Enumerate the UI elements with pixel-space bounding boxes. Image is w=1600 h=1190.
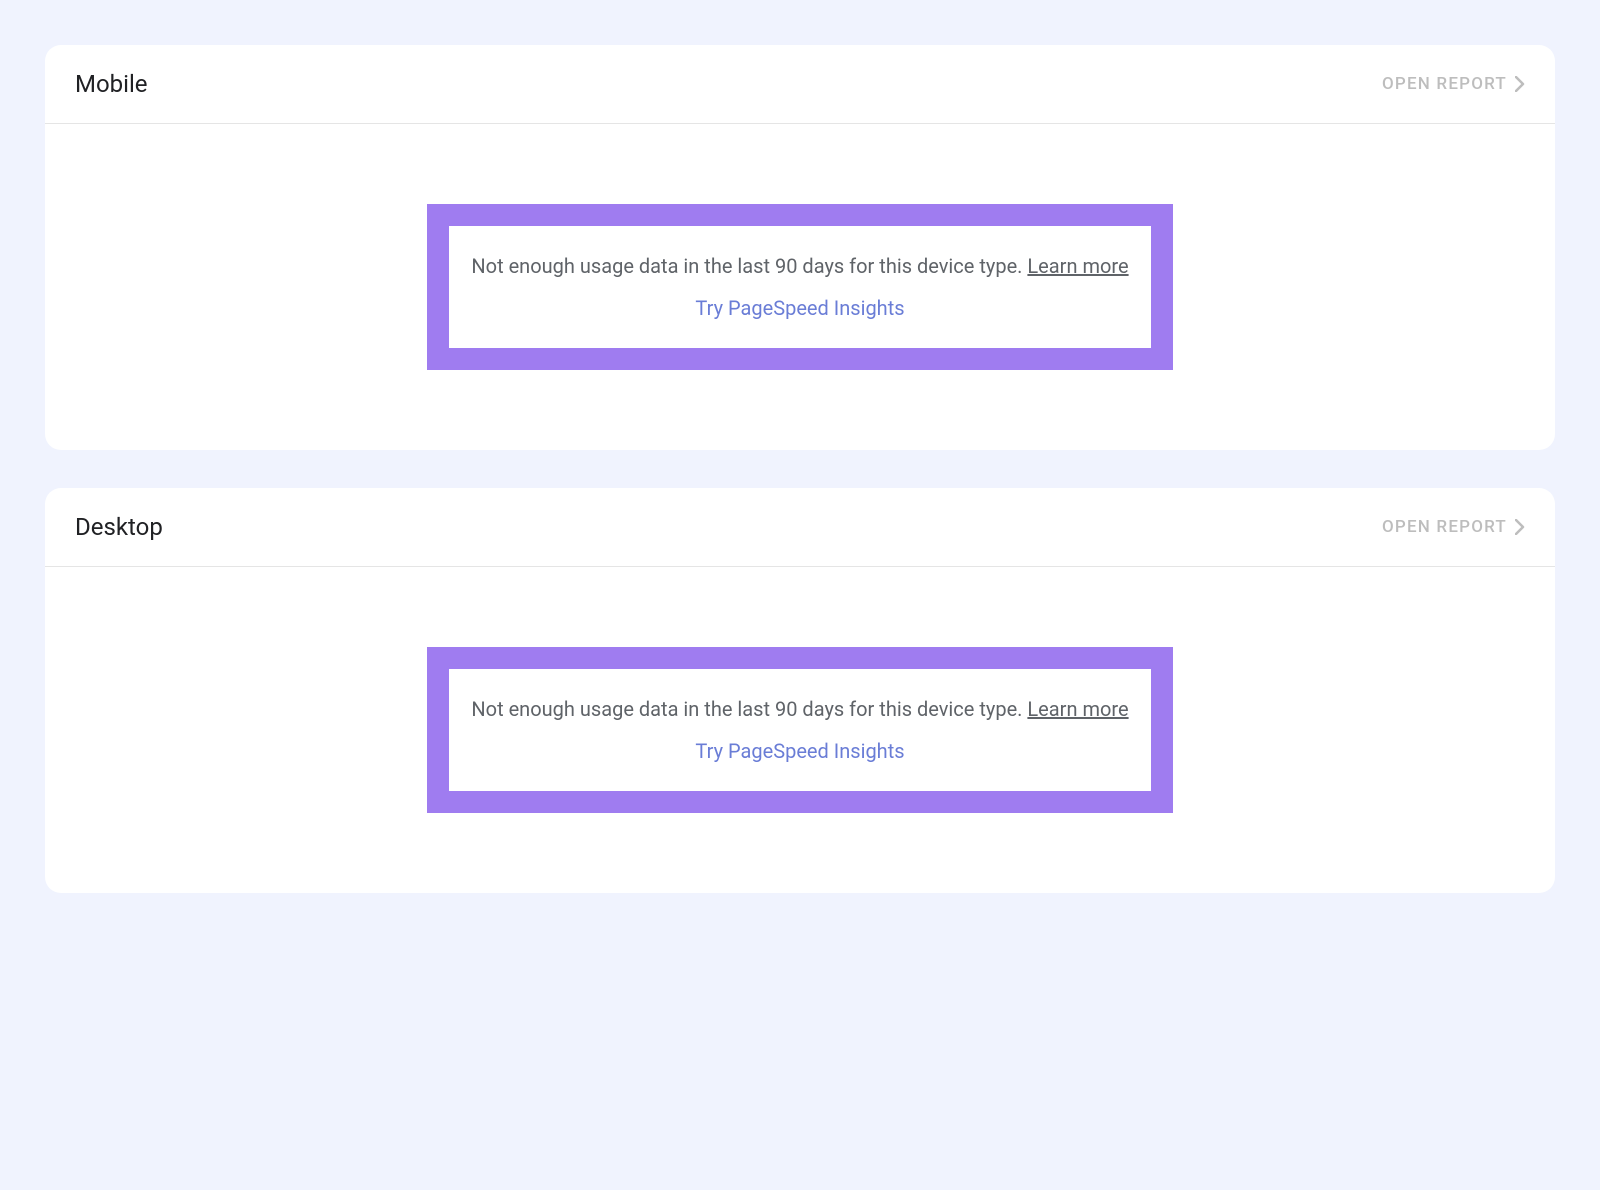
try-pagespeed-link-desktop[interactable]: Try PageSpeed Insights (695, 739, 904, 763)
mobile-card-body: Not enough usage data in the last 90 day… (45, 124, 1555, 450)
message-text-span: Not enough usage data in the last 90 day… (471, 697, 1027, 721)
mobile-card: Mobile OPEN REPORT Not enough usage data… (45, 45, 1555, 450)
desktop-card-body: Not enough usage data in the last 90 day… (45, 567, 1555, 893)
open-report-label: OPEN REPORT (1382, 517, 1507, 537)
mobile-card-header: Mobile OPEN REPORT (45, 45, 1555, 124)
learn-more-link-mobile[interactable]: Learn more (1027, 254, 1128, 278)
message-box-mobile: Not enough usage data in the last 90 day… (449, 226, 1150, 348)
chevron-right-icon (1515, 519, 1525, 535)
try-pagespeed-link-mobile[interactable]: Try PageSpeed Insights (695, 296, 904, 320)
chevron-right-icon (1515, 76, 1525, 92)
open-report-button-mobile[interactable]: OPEN REPORT (1382, 74, 1525, 94)
mobile-card-title: Mobile (75, 70, 148, 98)
no-data-message-mobile: Not enough usage data in the last 90 day… (471, 254, 1128, 278)
desktop-card: Desktop OPEN REPORT Not enough usage dat… (45, 488, 1555, 893)
message-box-desktop: Not enough usage data in the last 90 day… (449, 669, 1150, 791)
message-text-span: Not enough usage data in the last 90 day… (471, 254, 1027, 278)
highlight-callout-mobile: Not enough usage data in the last 90 day… (427, 204, 1172, 370)
desktop-card-title: Desktop (75, 513, 163, 541)
highlight-callout-desktop: Not enough usage data in the last 90 day… (427, 647, 1172, 813)
learn-more-link-desktop[interactable]: Learn more (1027, 697, 1128, 721)
open-report-button-desktop[interactable]: OPEN REPORT (1382, 517, 1525, 537)
desktop-card-header: Desktop OPEN REPORT (45, 488, 1555, 567)
no-data-message-desktop: Not enough usage data in the last 90 day… (471, 697, 1128, 721)
open-report-label: OPEN REPORT (1382, 74, 1507, 94)
